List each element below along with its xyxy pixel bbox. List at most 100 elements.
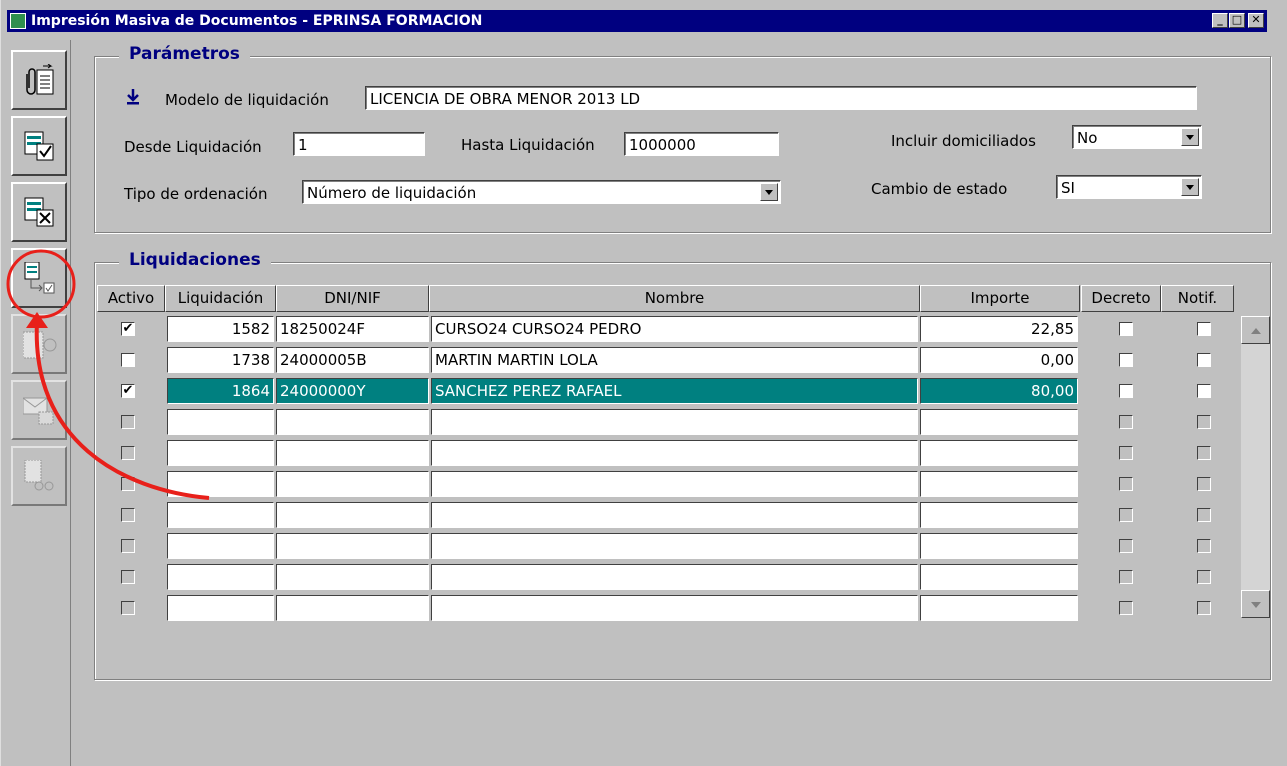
cell-nombre[interactable]: [431, 471, 918, 497]
cell-dni[interactable]: [276, 564, 429, 590]
activo-checkbox[interactable]: [121, 353, 135, 367]
close-button[interactable]: ✕: [1248, 13, 1264, 28]
cell-importe[interactable]: [920, 409, 1078, 435]
modelo-field[interactable]: LICENCIA DE OBRA MENOR 2013 LD: [365, 86, 1197, 110]
attach-document-button[interactable]: [11, 50, 67, 110]
decreto-checkbox[interactable]: [1119, 508, 1133, 522]
cell-dni[interactable]: [276, 533, 429, 559]
decreto-checkbox[interactable]: [1119, 415, 1133, 429]
cell-liquidacion[interactable]: [167, 502, 274, 528]
cell-dni[interactable]: [276, 409, 429, 435]
activo-checkbox[interactable]: ✔: [121, 322, 135, 336]
notif-checkbox[interactable]: [1197, 353, 1211, 367]
decreto-checkbox[interactable]: [1119, 384, 1133, 398]
minimize-button[interactable]: _: [1212, 13, 1228, 28]
decreto-checkbox[interactable]: [1119, 570, 1133, 584]
column-header-nombre[interactable]: Nombre: [429, 285, 920, 312]
cell-importe[interactable]: [920, 533, 1078, 559]
notif-checkbox[interactable]: [1197, 477, 1211, 491]
decreto-checkbox[interactable]: [1119, 477, 1133, 491]
notif-checkbox[interactable]: [1197, 322, 1211, 336]
activo-checkbox[interactable]: [121, 446, 135, 460]
column-header-notif[interactable]: Notif.: [1161, 285, 1234, 312]
grid-scrollbar[interactable]: [1241, 316, 1270, 618]
cell-dni[interactable]: [276, 595, 429, 621]
cell-nombre[interactable]: [431, 533, 918, 559]
activo-checkbox[interactable]: [121, 570, 135, 584]
cell-liquidacion[interactable]: 1582: [167, 316, 274, 342]
cell-importe[interactable]: [920, 440, 1078, 466]
cell-dni[interactable]: [276, 502, 429, 528]
notif-checkbox[interactable]: [1197, 508, 1211, 522]
activo-checkbox[interactable]: [121, 508, 135, 522]
incluir-dropdown-button[interactable]: [1181, 128, 1199, 146]
scroll-down-button[interactable]: [1241, 590, 1270, 618]
cell-liquidacion[interactable]: [167, 471, 274, 497]
notif-checkbox[interactable]: [1197, 384, 1211, 398]
column-header-activo[interactable]: Activo: [97, 285, 165, 312]
decreto-checkbox[interactable]: [1119, 446, 1133, 460]
cell-liquidacion[interactable]: 1738: [167, 347, 274, 373]
cell-importe[interactable]: 22,85: [920, 316, 1078, 342]
scroll-up-button[interactable]: [1241, 316, 1270, 344]
tipo-dropdown-button[interactable]: [760, 183, 778, 201]
cell-liquidacion[interactable]: [167, 440, 274, 466]
activo-checkbox[interactable]: [121, 601, 135, 615]
cell-dni[interactable]: 18250024F: [276, 316, 429, 342]
desde-field[interactable]: 1: [293, 132, 425, 156]
cell-dni[interactable]: [276, 440, 429, 466]
notif-checkbox[interactable]: [1197, 570, 1211, 584]
print-button[interactable]: [11, 314, 67, 374]
cell-nombre[interactable]: [431, 564, 918, 590]
maximize-button[interactable]: □: [1229, 13, 1245, 28]
tipo-select[interactable]: Número de liquidación: [302, 180, 781, 204]
cell-liquidacion[interactable]: 1864: [167, 378, 274, 404]
decreto-checkbox[interactable]: [1119, 353, 1133, 367]
decreto-checkbox[interactable]: [1119, 322, 1133, 336]
cell-nombre[interactable]: [431, 409, 918, 435]
activo-checkbox[interactable]: [121, 415, 135, 429]
cell-importe[interactable]: [920, 564, 1078, 590]
notif-checkbox[interactable]: [1197, 539, 1211, 553]
cell-nombre[interactable]: MARTIN MARTIN LOLA: [431, 347, 918, 373]
cell-nombre[interactable]: [431, 502, 918, 528]
column-header-liquidacion[interactable]: Liquidación: [165, 285, 276, 312]
title-bar[interactable]: Impresión Masiva de Documentos - EPRINSA…: [7, 10, 1267, 32]
notify-button[interactable]: [11, 446, 67, 506]
column-header-importe[interactable]: Importe: [920, 285, 1080, 312]
cell-nombre[interactable]: SANCHEZ PEREZ RAFAEL: [431, 378, 918, 404]
cell-dni[interactable]: 24000005B: [276, 347, 429, 373]
notif-checkbox[interactable]: [1197, 601, 1211, 615]
cell-importe[interactable]: 0,00: [920, 347, 1078, 373]
cell-importe[interactable]: [920, 471, 1078, 497]
notif-checkbox[interactable]: [1197, 415, 1211, 429]
cell-liquidacion[interactable]: [167, 595, 274, 621]
column-header-decreto[interactable]: Decreto: [1081, 285, 1161, 312]
cell-liquidacion[interactable]: [167, 409, 274, 435]
hasta-field[interactable]: 1000000: [624, 132, 779, 156]
notif-checkbox[interactable]: [1197, 446, 1211, 460]
decreto-checkbox[interactable]: [1119, 539, 1133, 553]
scroll-track[interactable]: [1241, 344, 1270, 590]
cell-importe[interactable]: [920, 502, 1078, 528]
select-all-button[interactable]: [11, 116, 67, 176]
cell-nombre[interactable]: [431, 440, 918, 466]
cell-importe[interactable]: 80,00: [920, 378, 1078, 404]
incluir-select[interactable]: No: [1072, 125, 1202, 149]
decreto-checkbox[interactable]: [1119, 601, 1133, 615]
cambio-select[interactable]: SI: [1056, 175, 1202, 199]
download-icon[interactable]: [125, 88, 141, 106]
mail-button[interactable]: [11, 380, 67, 440]
cell-dni[interactable]: 24000000Y: [276, 378, 429, 404]
cell-liquidacion[interactable]: [167, 564, 274, 590]
cell-nombre[interactable]: [431, 595, 918, 621]
activo-checkbox[interactable]: [121, 477, 135, 491]
deselect-all-button[interactable]: [11, 182, 67, 242]
change-state-button[interactable]: [11, 248, 67, 308]
cell-dni[interactable]: [276, 471, 429, 497]
cell-nombre[interactable]: CURSO24 CURSO24 PEDRO: [431, 316, 918, 342]
activo-checkbox[interactable]: ✔: [121, 384, 135, 398]
column-header-dni[interactable]: DNI/NIF: [276, 285, 429, 312]
cambio-dropdown-button[interactable]: [1181, 178, 1199, 196]
cell-liquidacion[interactable]: [167, 533, 274, 559]
